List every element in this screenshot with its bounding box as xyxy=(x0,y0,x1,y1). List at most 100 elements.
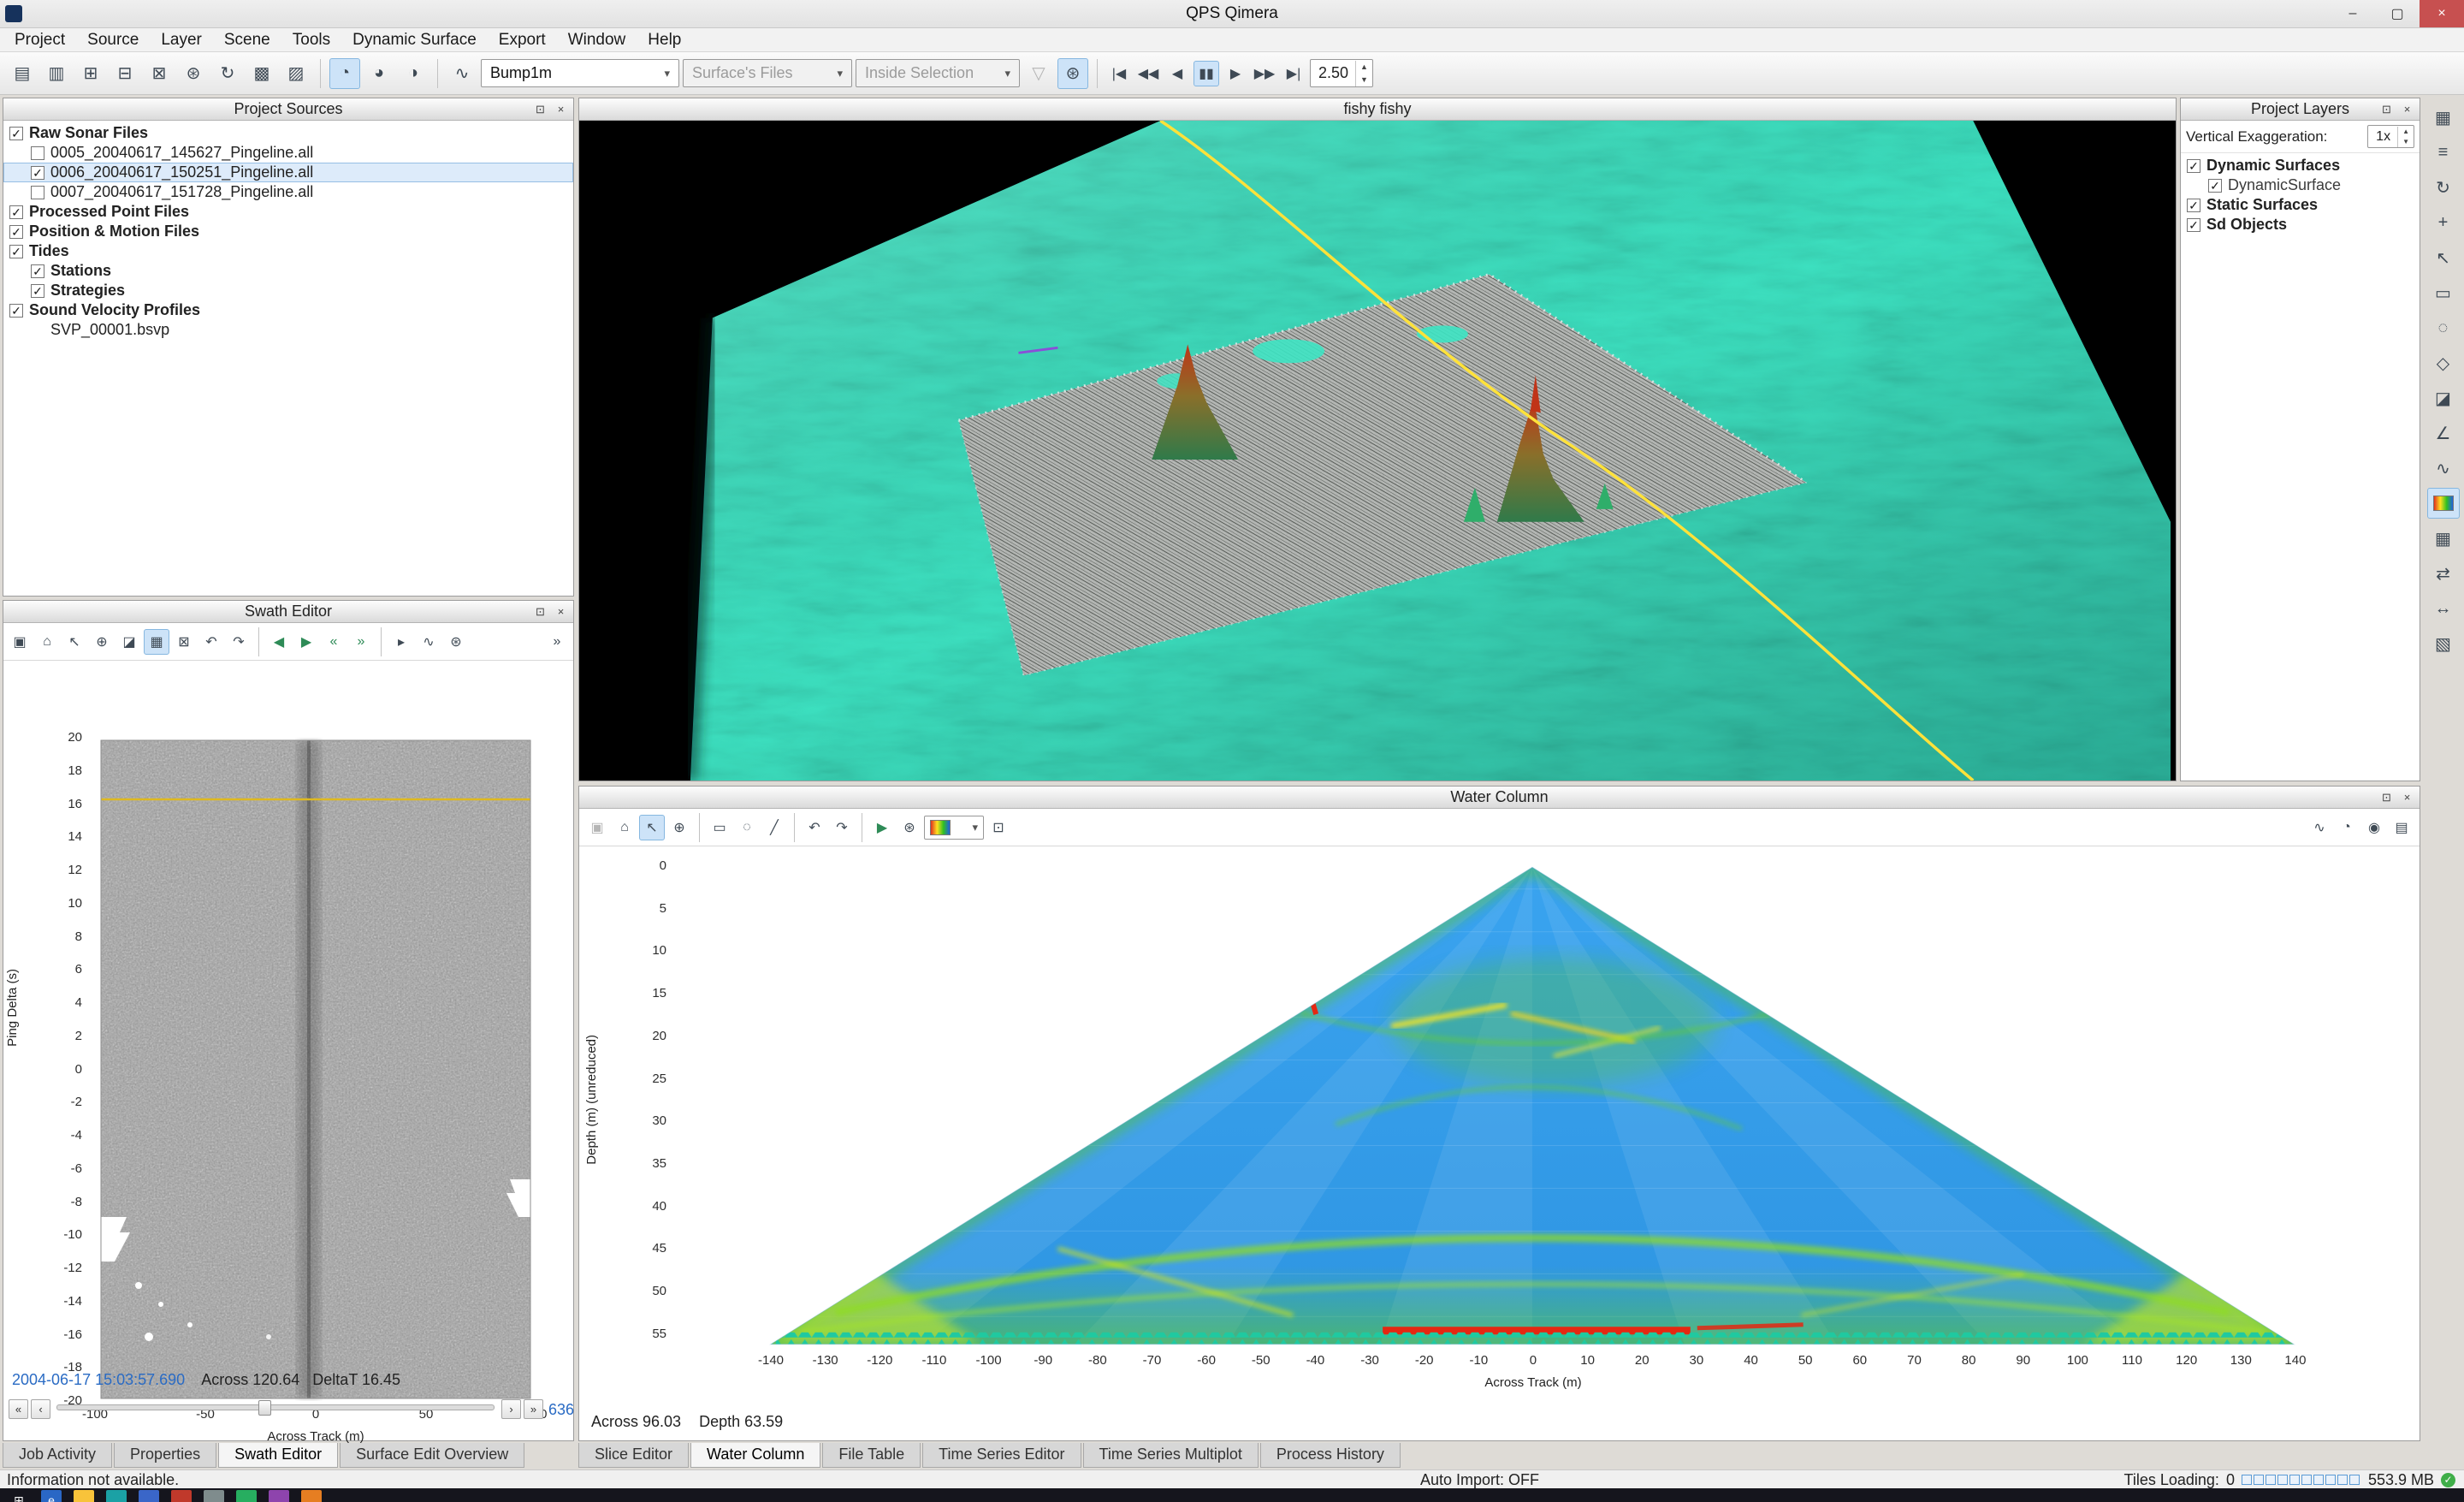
update-surface-button[interactable]: ▨ xyxy=(281,58,311,89)
checkbox[interactable]: ✓ xyxy=(2208,179,2222,193)
tab-water-column[interactable]: Water Column xyxy=(690,1443,820,1468)
tab-job-activity[interactable]: Job Activity xyxy=(3,1443,112,1468)
tab-process-history[interactable]: Process History xyxy=(1260,1443,1401,1468)
checkbox[interactable]: ✓ xyxy=(31,166,44,180)
float-panel-icon[interactable]: ⊡ xyxy=(2378,788,2396,806)
toolbar-overflow-button[interactable]: » xyxy=(544,629,570,655)
flag-button[interactable]: ▸ xyxy=(388,629,414,655)
water-column-mode-button[interactable]: ∿ xyxy=(447,58,477,89)
menu-source[interactable]: Source xyxy=(76,28,150,51)
tree-item-sound-velocity-profiles[interactable]: ✓Sound Velocity Profiles xyxy=(3,300,573,320)
wc-home-button[interactable]: ⌂ xyxy=(612,815,637,840)
tree-item-processed-point-files[interactable]: ✓Processed Point Files xyxy=(3,202,573,222)
pan-move-button[interactable]: ↔ xyxy=(2427,593,2460,624)
checkbox[interactable]: ✓ xyxy=(31,284,44,298)
interval-spinbox[interactable]: 2.50 ▲▼ xyxy=(1310,59,1373,87)
checkbox[interactable]: ✓ xyxy=(2187,199,2200,212)
step-back-button[interactable]: ◀ xyxy=(1164,61,1190,86)
wc-save-button[interactable]: ▣ xyxy=(584,815,610,840)
wc-colormap-dropdown[interactable]: ▾ xyxy=(924,816,984,840)
swath-save-button[interactable]: ▣ xyxy=(7,629,33,655)
tab-time-series-editor[interactable]: Time Series Editor xyxy=(922,1443,1081,1468)
menu-layer[interactable]: Layer xyxy=(150,28,213,51)
grid-layer-combobox[interactable]: Bump1m▾ xyxy=(481,59,679,87)
swath-erase-button[interactable]: ◪ xyxy=(116,629,142,655)
swath-prev-ping-button[interactable]: ‹ xyxy=(31,1399,50,1419)
spin-up-icon[interactable]: ▲ xyxy=(2398,127,2414,137)
tab-properties[interactable]: Properties xyxy=(114,1443,216,1468)
checkbox[interactable]: ✓ xyxy=(9,245,23,258)
swath-redo-button[interactable]: ↷ xyxy=(226,629,252,655)
menu-project[interactable]: Project xyxy=(3,28,76,51)
swath-first-ping-button[interactable]: « xyxy=(9,1399,28,1419)
processing-settings-button[interactable]: ⊛ xyxy=(178,58,209,89)
cube-view-button[interactable]: ▧ xyxy=(2427,628,2460,659)
taskbar-app-icon-3[interactable] xyxy=(171,1490,192,1502)
go-first-button[interactable]: |◀ xyxy=(1106,61,1132,86)
taskbar-app-icon-7[interactable] xyxy=(301,1490,322,1502)
wc-next-ping-button[interactable]: ▶ xyxy=(869,815,895,840)
taskbar-ie-icon[interactable]: e xyxy=(41,1490,62,1502)
swath-home-button[interactable]: ⌂ xyxy=(34,629,60,655)
swath-canvas[interactable] xyxy=(89,738,542,1401)
slider-handle[interactable] xyxy=(258,1400,271,1416)
swath-undo-button[interactable]: ↶ xyxy=(198,629,224,655)
swath-next-ping-button[interactable]: › xyxy=(501,1399,521,1419)
float-panel-icon[interactable]: ⊡ xyxy=(531,100,549,118)
go-last-button[interactable]: ▶| xyxy=(1281,61,1306,86)
reprocess-button[interactable]: ↻ xyxy=(212,58,243,89)
next-line-button[interactable]: ▶ xyxy=(293,629,319,655)
wc-select-rectangle-button[interactable]: ▭ xyxy=(707,815,732,840)
tree-item-position-motion-files[interactable]: ✓Position & Motion Files xyxy=(3,222,573,241)
checkbox[interactable]: ✓ xyxy=(9,225,23,239)
slice-editor-mode-button[interactable]: ◕ xyxy=(364,58,394,89)
swath-reject-button[interactable]: ⊠ xyxy=(171,629,197,655)
start-button[interactable]: ⊞ xyxy=(9,1490,29,1502)
spin-down-icon[interactable]: ▼ xyxy=(1356,74,1372,86)
menu-scene[interactable]: Scene xyxy=(213,28,281,51)
new-surface-button[interactable]: ▩ xyxy=(246,58,277,89)
tree-item-file-0006[interactable]: ✓0006_20040617_150251_Pingeline.all xyxy=(3,163,573,182)
tree-item-tides[interactable]: ✓Tides xyxy=(3,241,573,261)
wc-zoom-button[interactable]: ⊕ xyxy=(666,815,692,840)
tree-item-raw-sonar-files[interactable]: ✓Raw Sonar Files xyxy=(3,123,573,143)
tab-surface-edit-overview[interactable]: Surface Edit Overview xyxy=(340,1443,524,1468)
wc-snapshot-button[interactable]: ▤ xyxy=(2389,815,2414,840)
tree-item-file-0005[interactable]: 0005_20040617_145627_Pingeline.all xyxy=(3,143,573,163)
maximize-button[interactable]: ▢ xyxy=(2375,0,2420,27)
swath-grid-edit-button[interactable]: ▦ xyxy=(144,629,169,655)
close-panel-icon[interactable]: × xyxy=(2398,100,2416,118)
prev-line-button[interactable]: ◀ xyxy=(266,629,292,655)
selection-scope-combobox[interactable]: Inside Selection▾ xyxy=(856,59,1020,87)
wc-undo-button[interactable]: ↶ xyxy=(802,815,827,840)
tab-time-series-multiplot[interactable]: Time Series Multiplot xyxy=(1083,1443,1259,1468)
wc-pointer-button[interactable]: ↖ xyxy=(639,815,665,840)
rotate-view-button[interactable]: ↻ xyxy=(2427,172,2460,203)
swath-editor-mode-button[interactable]: ◔ xyxy=(329,58,360,89)
minimize-button[interactable]: – xyxy=(2331,0,2375,27)
pipeline-settings-button[interactable]: ⊛ xyxy=(1057,58,1088,89)
taskbar-explorer-icon[interactable] xyxy=(74,1490,94,1502)
menu-tools[interactable]: Tools xyxy=(281,28,341,51)
checkbox[interactable] xyxy=(31,186,44,199)
layers-button[interactable]: ≡ xyxy=(2427,137,2460,168)
surface-files-combobox[interactable]: Surface's Files▾ xyxy=(683,59,852,87)
checkbox[interactable] xyxy=(31,146,44,160)
swath-last-ping-button[interactable]: » xyxy=(524,1399,543,1419)
tree-item-sd-objects[interactable]: ✓Sd Objects xyxy=(2181,215,2420,235)
lasso-select-button[interactable]: ◌ xyxy=(2427,312,2460,343)
select-rectangle-button[interactable]: ▭ xyxy=(2427,277,2460,308)
tab-slice-editor[interactable]: Slice Editor xyxy=(578,1443,689,1468)
taskbar-app-icon-4[interactable] xyxy=(204,1490,224,1502)
float-panel-icon[interactable]: ⊡ xyxy=(531,603,549,620)
menu-help[interactable]: Help xyxy=(637,28,692,51)
scene-pointer-button[interactable]: ↖ xyxy=(2427,242,2460,273)
menu-export[interactable]: Export xyxy=(488,28,557,51)
close-panel-icon[interactable]: × xyxy=(552,603,570,620)
taskbar-app-icon-1[interactable] xyxy=(106,1490,127,1502)
close-panel-icon[interactable]: × xyxy=(552,100,570,118)
tab-swath-editor[interactable]: Swath Editor xyxy=(218,1443,338,1468)
spin-up-icon[interactable]: ▲ xyxy=(1356,61,1372,74)
colormap-button[interactable] xyxy=(2427,488,2460,519)
play-button[interactable]: ▶ xyxy=(1223,61,1248,86)
